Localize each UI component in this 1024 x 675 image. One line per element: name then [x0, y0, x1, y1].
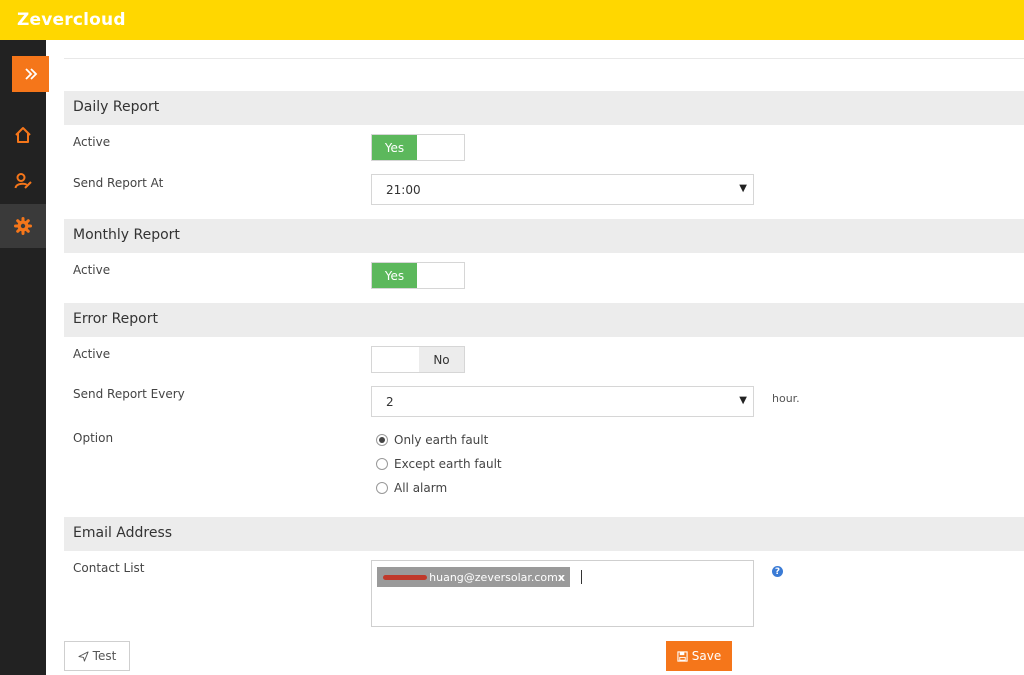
- option-text: All alarm: [394, 481, 448, 495]
- brand-logo[interactable]: Zevercloud: [17, 10, 126, 30]
- floppy-disk-icon: [677, 650, 688, 662]
- send-report-at-select[interactable]: 21:00 ▼: [371, 174, 754, 205]
- send-report-every-select[interactable]: 2 ▼: [371, 386, 754, 417]
- sidebar-item-home[interactable]: [0, 113, 46, 157]
- caret-down-icon: ▼: [739, 395, 747, 406]
- daily-active-label: Active: [73, 135, 111, 149]
- radio-unchecked[interactable]: [376, 482, 388, 494]
- radio-unchecked[interactable]: [376, 458, 388, 470]
- radio-checked[interactable]: [376, 434, 388, 446]
- double-chevron-right-icon: [24, 68, 37, 80]
- send-report-at-value: 21:00: [386, 183, 421, 197]
- test-button-label: Test: [92, 649, 117, 663]
- home-icon: [15, 127, 31, 143]
- monthly-report-header: Monthly Report: [64, 219, 1024, 253]
- error-active-no: No: [419, 347, 464, 372]
- option-label: Option: [73, 431, 114, 445]
- monthly-active-yes: Yes: [372, 263, 417, 288]
- option-text: Except earth fault: [394, 457, 502, 471]
- user-edit-icon: [14, 173, 32, 189]
- email-address-title: Email Address: [73, 525, 173, 541]
- save-button[interactable]: Save: [666, 641, 732, 671]
- option-only-earth-fault[interactable]: Only earth fault: [376, 433, 488, 447]
- monthly-active-label: Active: [73, 263, 111, 277]
- sidebar-item-user[interactable]: [0, 159, 46, 203]
- help-icon[interactable]: ?: [772, 566, 783, 577]
- sidebar-item-settings[interactable]: [0, 204, 46, 248]
- sidebar: [0, 40, 49, 675]
- email-address-header: Email Address: [64, 517, 1024, 551]
- contact-tag-text: huang@zeversolar.com: [429, 570, 558, 584]
- error-report-header: Error Report: [64, 303, 1024, 337]
- redaction-mark: [383, 574, 428, 580]
- option-except-earth-fault[interactable]: Except earth fault: [376, 457, 502, 471]
- monthly-report-title: Monthly Report: [73, 227, 180, 243]
- error-report-title: Error Report: [73, 311, 158, 327]
- contact-list-label: Contact List: [73, 561, 145, 575]
- test-button[interactable]: Test: [64, 641, 130, 671]
- daily-active-yes: Yes: [372, 135, 417, 160]
- text-caret: [581, 570, 582, 584]
- sidebar-toggle-button[interactable]: [12, 56, 49, 92]
- daily-report-title: Daily Report: [73, 99, 160, 115]
- send-report-at-label: Send Report At: [73, 176, 164, 190]
- error-active-toggle[interactable]: No: [371, 346, 465, 373]
- hour-suffix: hour.: [772, 392, 800, 405]
- send-report-every-value: 2: [386, 395, 394, 409]
- daily-report-header: Daily Report: [64, 91, 1024, 125]
- contact-list-input[interactable]: huang@zeversolar.com x: [371, 560, 754, 627]
- error-active-label: Active: [73, 347, 111, 361]
- monthly-active-toggle[interactable]: Yes: [371, 262, 465, 289]
- send-report-every-label: Send Report Every: [73, 387, 185, 401]
- paper-plane-icon: [78, 650, 89, 662]
- remove-tag-icon[interactable]: x: [558, 571, 565, 584]
- option-all-alarm[interactable]: All alarm: [376, 481, 447, 495]
- option-text: Only earth fault: [394, 433, 489, 447]
- daily-active-toggle[interactable]: Yes: [371, 134, 465, 161]
- top-bar: Zevercloud: [0, 0, 1024, 40]
- settings-content: Daily Report Active Yes Send Report At 2…: [46, 40, 1024, 675]
- divider: [64, 58, 1024, 59]
- gear-icon: [14, 217, 32, 235]
- caret-down-icon: ▼: [739, 183, 747, 194]
- save-button-label: Save: [691, 649, 722, 663]
- contact-tag: huang@zeversolar.com x: [377, 567, 570, 587]
